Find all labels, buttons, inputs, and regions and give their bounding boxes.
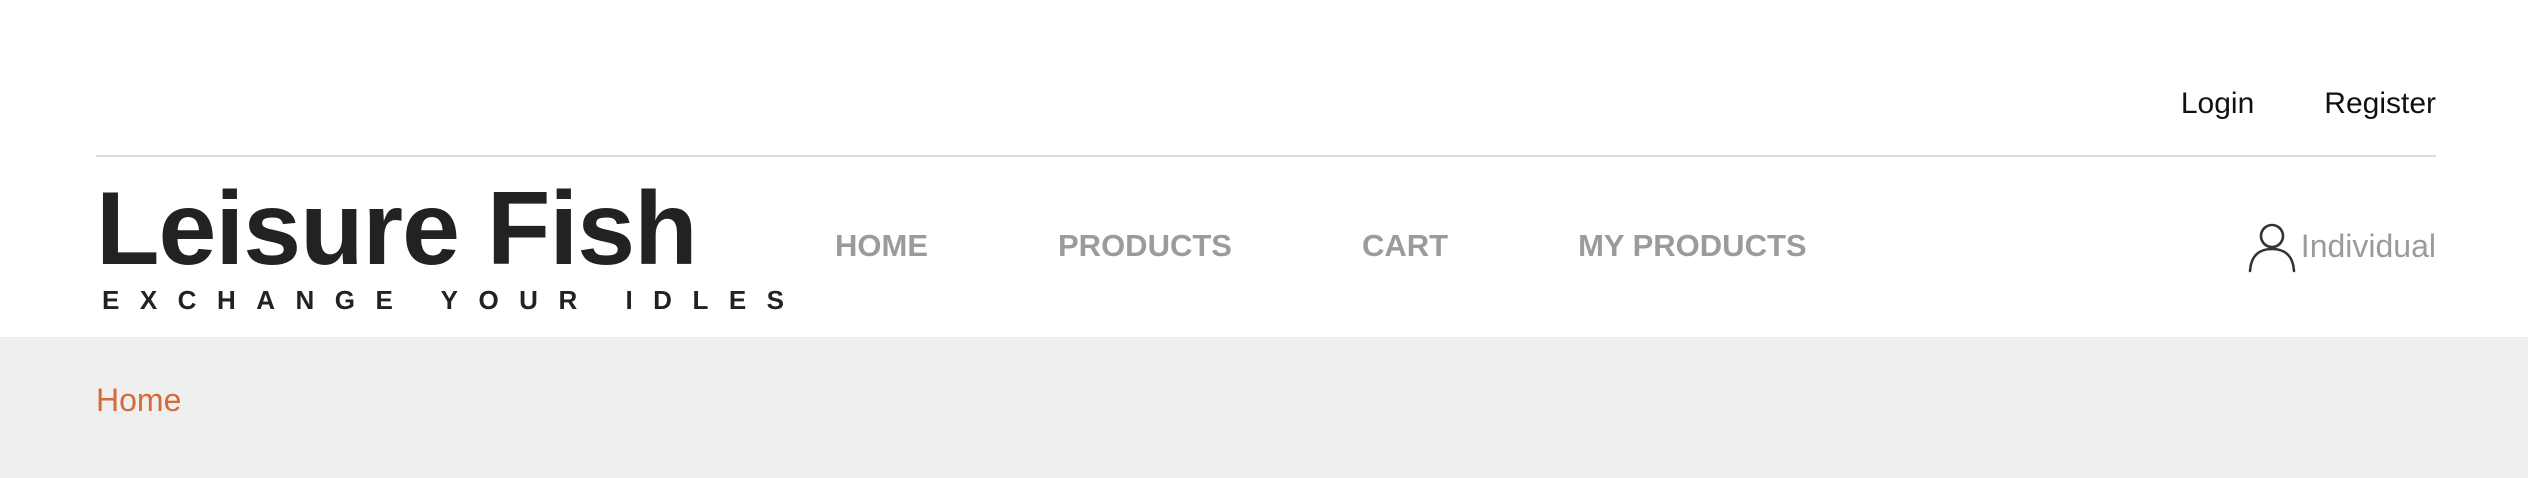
nav-home[interactable]: HOME xyxy=(835,225,928,267)
user-menu[interactable]: Individual xyxy=(2245,219,2436,273)
top-bar: Login Register xyxy=(0,0,2528,157)
site-header: Leisure Fish EXCHANGE YOUR IDLES HOME PR… xyxy=(0,157,2528,337)
site-logo[interactable]: Leisure Fish EXCHANGE YOUR IDLES xyxy=(96,177,805,316)
nav-products[interactable]: PRODUCTS xyxy=(1058,225,1232,267)
logo-tagline: EXCHANGE YOUR IDLES xyxy=(102,285,805,315)
user-icon xyxy=(2248,223,2296,273)
breadcrumb-home[interactable]: Home xyxy=(96,379,181,421)
breadcrumb: Home xyxy=(0,337,2528,478)
account-links: Login Register xyxy=(2181,84,2436,124)
logo-title: Leisure Fish xyxy=(96,171,698,287)
user-label: Individual xyxy=(2300,228,2436,264)
nav-cart[interactable]: CART xyxy=(1362,225,1448,267)
register-link[interactable]: Register xyxy=(2324,84,2436,124)
nav-my-products[interactable]: MY PRODUCTS xyxy=(1578,225,1807,267)
main-nav: HOME PRODUCTS CART MY PRODUCTS xyxy=(835,225,1807,267)
login-link[interactable]: Login xyxy=(2181,84,2254,124)
